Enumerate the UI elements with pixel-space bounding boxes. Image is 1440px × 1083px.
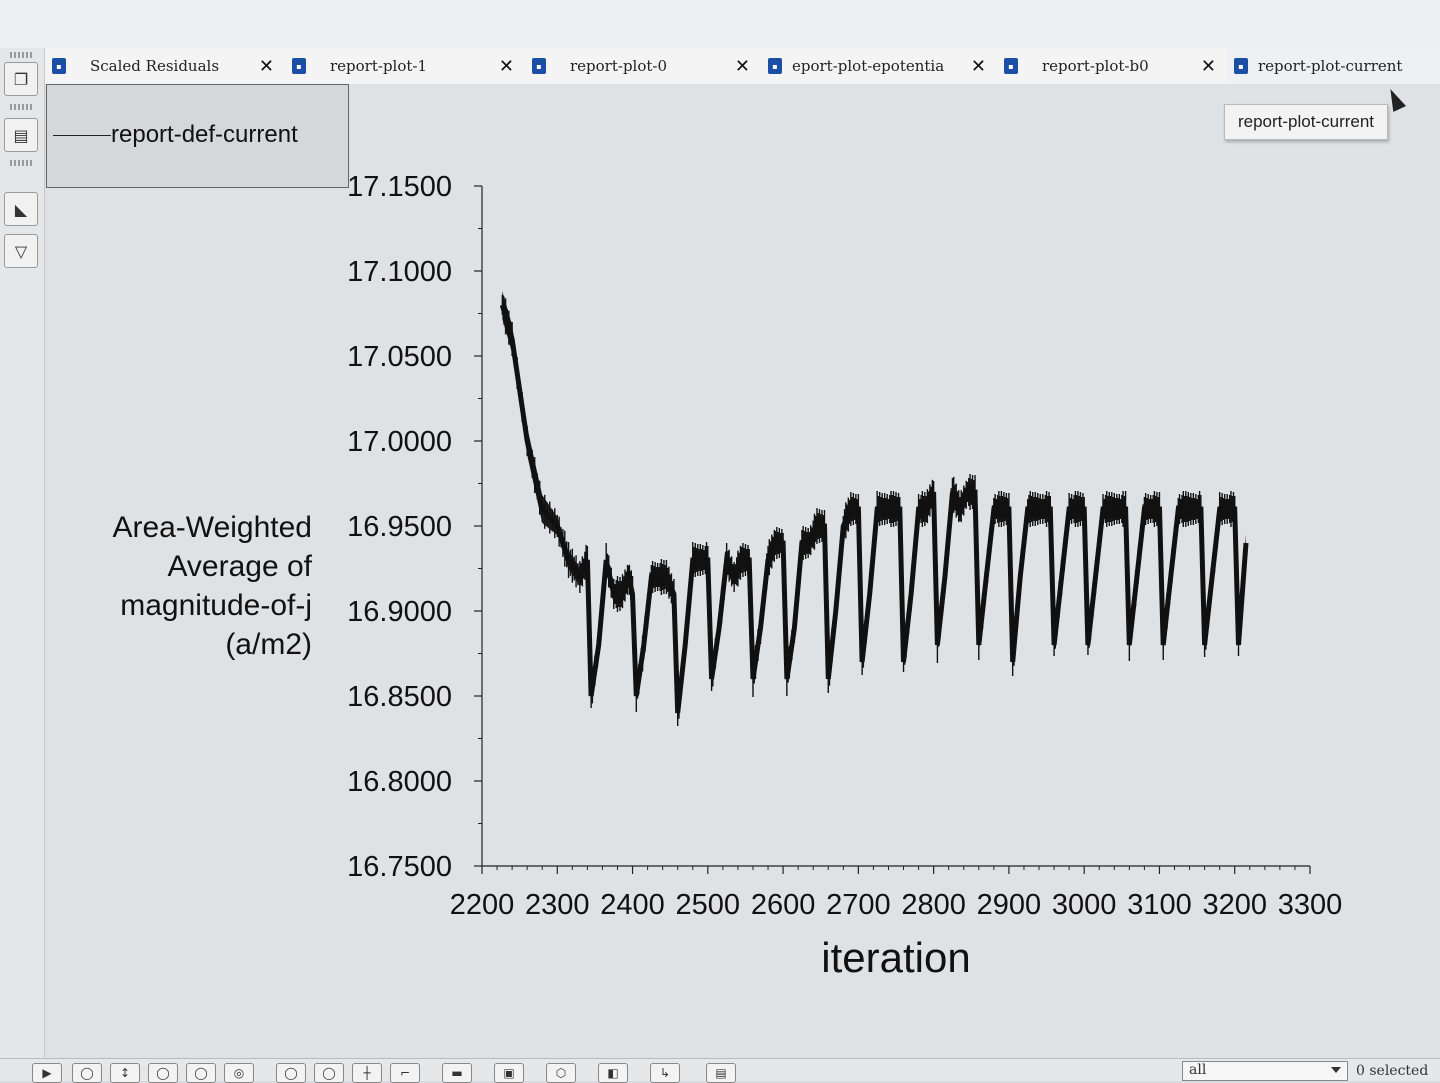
axis-button[interactable]: ┼ — [352, 1063, 382, 1083]
x-tick-label: 2200 — [450, 889, 515, 921]
x-tick-label: 2700 — [826, 889, 891, 921]
legend-swatch — [53, 135, 111, 136]
plot-axes-button[interactable]: ↳ — [650, 1063, 680, 1083]
box-icon: ⌐ — [399, 1066, 411, 1080]
ruler-icon: ▬ — [451, 1066, 463, 1080]
x-tick-label: 3200 — [1202, 889, 1267, 921]
x-tick-label: 3000 — [1052, 889, 1117, 921]
y-tick-label: 16.9000 — [347, 596, 452, 628]
y-tick-label: 17.0500 — [347, 341, 452, 373]
probe-button[interactable]: ◯ — [276, 1063, 306, 1083]
rotate-button[interactable]: ◯ — [186, 1063, 216, 1083]
filter-select-value: all — [1189, 1062, 1207, 1078]
bottom-toolbar: ▶ ◯ ↕ ◯ ◯ ◎ ◯ ◯ ┼ ⌐ ▬ ▣ ⬡ ◧ ↳ ▤ all 0 se… — [0, 1058, 1440, 1083]
pan-button[interactable]: ↕ — [110, 1063, 140, 1083]
series-envelope — [502, 291, 1247, 722]
color-map-button[interactable]: ◧ — [598, 1063, 628, 1083]
plot-axes-icon: ↳ — [659, 1066, 671, 1080]
x-tick-label: 2400 — [600, 889, 665, 921]
zoom-icon: ◯ — [80, 1066, 94, 1080]
document-icon: ▤ — [715, 1066, 727, 1080]
fit-icon: ◎ — [233, 1066, 245, 1080]
axis-icon: ┼ — [363, 1066, 371, 1080]
y-tick-label: 16.8500 — [347, 681, 452, 713]
measure-icon: ◯ — [322, 1066, 336, 1080]
x-tick-label: 2500 — [676, 889, 741, 921]
chevron-down-icon — [1331, 1067, 1341, 1073]
select-tool-button[interactable]: ▶ — [32, 1063, 62, 1083]
y-tick-label: 17.0000 — [347, 426, 452, 458]
cube-icon: ⬡ — [555, 1066, 567, 1080]
chart-legend[interactable]: report-def-current — [46, 84, 349, 188]
x-axis-label: iteration — [821, 934, 970, 981]
y-tick-label: 16.7500 — [347, 851, 452, 883]
view-button[interactable]: ▣ — [494, 1063, 524, 1083]
y-tick-label: 17.1500 — [347, 171, 452, 203]
fit-view-button[interactable]: ◎ — [224, 1063, 254, 1083]
colormap-icon: ◧ — [607, 1066, 619, 1080]
x-tick-label: 3100 — [1127, 889, 1192, 921]
zoom-out-icon: ◯ — [156, 1066, 170, 1080]
arrow-icon: ▶ — [42, 1066, 52, 1080]
legend-label: report-def-current — [111, 121, 298, 148]
zoom-in-button[interactable]: ◯ — [72, 1063, 102, 1083]
series-line — [499, 304, 1249, 714]
y-axis-label: Area-Weighted Average of magnitude-of-j … — [112, 511, 312, 661]
x-tick-label: 2800 — [901, 889, 966, 921]
report-button[interactable]: ▤ — [706, 1063, 736, 1083]
x-tick-label: 2300 — [525, 889, 590, 921]
rotate-icon: ◯ — [194, 1066, 208, 1080]
measure-button[interactable]: ◯ — [314, 1063, 344, 1083]
x-tick-label: 2900 — [977, 889, 1042, 921]
tab-tooltip: report-plot-current — [1224, 104, 1388, 140]
selection-count: 0 selected — [1356, 1063, 1429, 1079]
cube-view-button[interactable]: ⬡ — [546, 1063, 576, 1083]
ruler-button[interactable]: ▬ — [442, 1063, 472, 1083]
x-tick-label: 3300 — [1278, 889, 1343, 921]
x-tick-label: 2600 — [751, 889, 816, 921]
y-tick-label: 16.9500 — [347, 511, 452, 543]
zoom-out-button[interactable]: ◯ — [148, 1063, 178, 1083]
y-tick-label: 16.8000 — [347, 766, 452, 798]
pan-icon: ↕ — [119, 1066, 131, 1080]
camera-icon: ▣ — [503, 1066, 515, 1080]
filter-select[interactable]: all — [1182, 1061, 1348, 1081]
box-zoom-button[interactable]: ⌐ — [390, 1063, 420, 1083]
probe-icon: ◯ — [284, 1066, 298, 1080]
y-tick-label: 17.1000 — [347, 256, 452, 288]
